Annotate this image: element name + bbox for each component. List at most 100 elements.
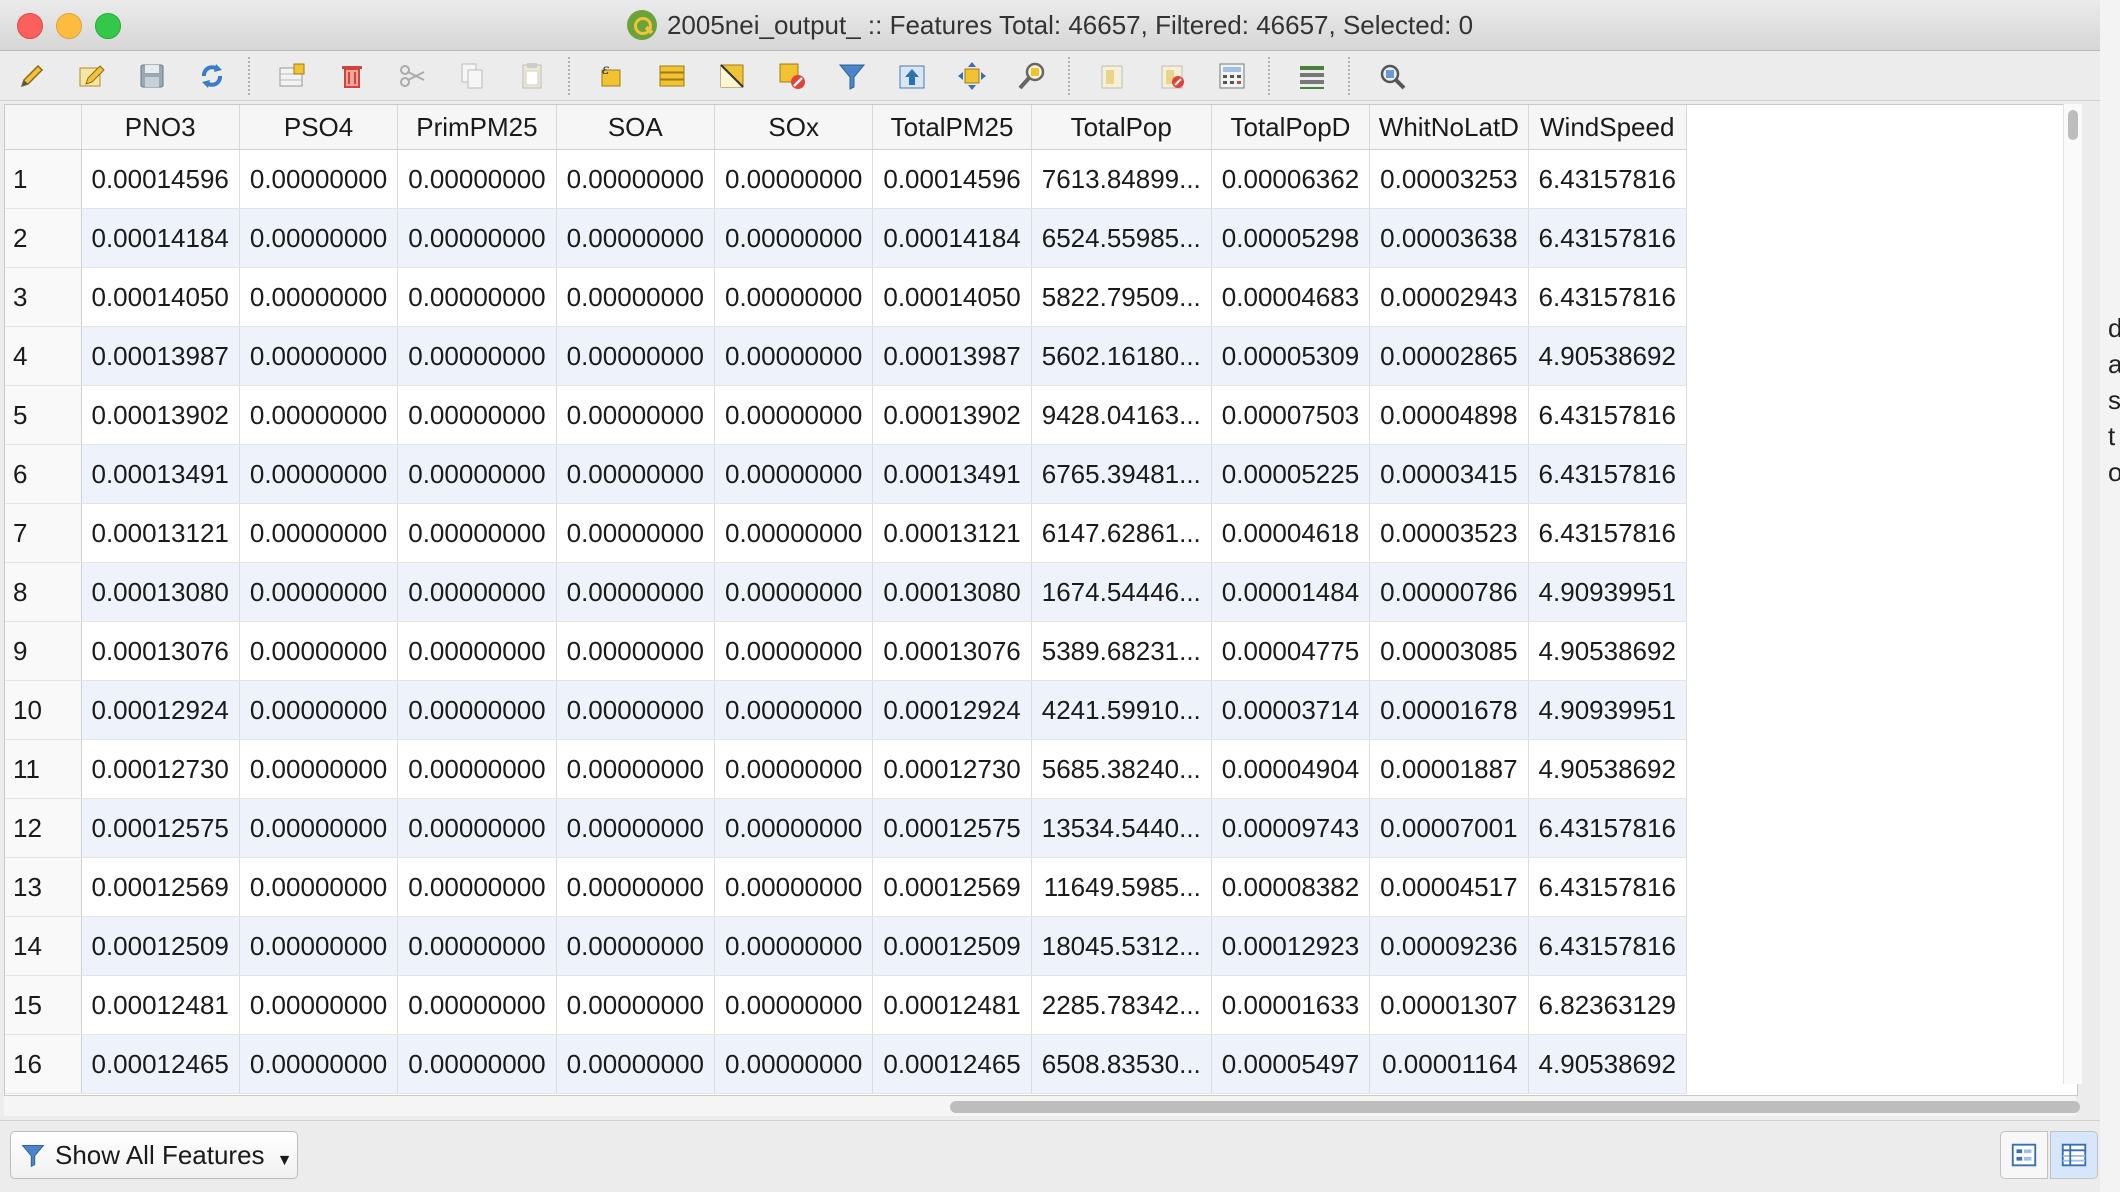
table-cell[interactable]: 0.00012569 bbox=[872, 857, 1032, 917]
table-cell[interactable]: 5822.79509... bbox=[1031, 267, 1212, 327]
table-cell[interactable]: 0.00000000 bbox=[239, 385, 399, 445]
table-cell[interactable]: 0.00000000 bbox=[239, 326, 399, 386]
row-number-cell[interactable]: 6 bbox=[5, 444, 82, 504]
row-number-cell[interactable]: 15 bbox=[5, 975, 82, 1035]
table-cell[interactable]: 0.00000000 bbox=[397, 149, 557, 209]
table-cell[interactable]: 0.00000000 bbox=[556, 326, 716, 386]
table-cell[interactable]: 0.00002943 bbox=[1369, 267, 1529, 327]
table-cell[interactable]: 0.00014596 bbox=[872, 149, 1032, 209]
table-cell[interactable]: 0.00000000 bbox=[714, 562, 874, 622]
table-cell[interactable]: 0.00000000 bbox=[714, 385, 874, 445]
table-cell[interactable]: 0.00000786 bbox=[1369, 562, 1529, 622]
column-header[interactable]: TotalPopD bbox=[1211, 105, 1371, 150]
table-cell[interactable]: 0.00000000 bbox=[239, 562, 399, 622]
table-row[interactable]: 9 0.00013076 0.00000000 0.00000000 0.0000000… bbox=[5, 621, 1687, 681]
table-cell[interactable]: 0.00000000 bbox=[714, 975, 874, 1035]
table-cell[interactable]: 0.00002865 bbox=[1369, 326, 1529, 386]
table-cell[interactable]: 0.00014184 bbox=[872, 208, 1032, 268]
table-cell[interactable]: 0.00000000 bbox=[397, 267, 557, 327]
table-row[interactable]: 1 0.00014596 0.00000000 0.00000000 0.0000000… bbox=[5, 149, 1687, 209]
table-cell[interactable]: 4.90538692 bbox=[1528, 1034, 1687, 1094]
table-cell[interactable]: 0.00003714 bbox=[1211, 680, 1371, 740]
table-cell[interactable]: 0.00009743 bbox=[1211, 798, 1371, 858]
table-row[interactable]: 13 0.00012569 0.00000000 0.00000000 0.000000… bbox=[5, 857, 1687, 917]
table-cell[interactable]: 0.00000000 bbox=[556, 680, 716, 740]
pan-to-selection-icon[interactable] bbox=[954, 58, 990, 94]
table-cell[interactable]: 0.00012730 bbox=[872, 739, 1032, 799]
select-all-icon[interactable] bbox=[654, 58, 690, 94]
table-cell[interactable]: 0.00000000 bbox=[397, 621, 557, 681]
field-calculator-icon[interactable] bbox=[1214, 58, 1250, 94]
table-cell[interactable]: 2285.78342... bbox=[1031, 975, 1212, 1035]
delete-field-icon[interactable] bbox=[1154, 58, 1190, 94]
table-cell[interactable]: 0.00012923 bbox=[1211, 916, 1371, 976]
row-number-cell[interactable]: 7 bbox=[5, 503, 82, 563]
table-cell[interactable]: 4.90538692 bbox=[1528, 621, 1687, 681]
table-cell[interactable]: 0.00012481 bbox=[81, 975, 240, 1035]
table-cell[interactable]: 0.00001307 bbox=[1369, 975, 1529, 1035]
column-header[interactable]: SOx bbox=[714, 105, 874, 150]
table-cell[interactable]: 4.90538692 bbox=[1528, 739, 1687, 799]
table-cell[interactable]: 0.00000000 bbox=[397, 562, 557, 622]
column-header[interactable]: TotalPM25 bbox=[872, 105, 1032, 150]
table-cell[interactable]: 0.00000000 bbox=[239, 149, 399, 209]
table-cell[interactable]: 0.00012730 bbox=[81, 739, 240, 799]
add-feature-icon[interactable] bbox=[274, 58, 310, 94]
table-cell[interactable]: 0.00005497 bbox=[1211, 1034, 1371, 1094]
filter-selection-icon[interactable] bbox=[834, 58, 870, 94]
table-cell[interactable]: 0.00005309 bbox=[1211, 326, 1371, 386]
row-number-cell[interactable]: 9 bbox=[5, 621, 82, 681]
table-cell[interactable]: 0.00000000 bbox=[556, 1034, 716, 1094]
row-number-cell[interactable]: 10 bbox=[5, 680, 82, 740]
table-cell[interactable]: 0.00000000 bbox=[239, 916, 399, 976]
table-cell[interactable]: 0.00007001 bbox=[1369, 798, 1529, 858]
table-cell[interactable]: 5602.16180... bbox=[1031, 326, 1212, 386]
table-cell[interactable]: 0.00000000 bbox=[239, 739, 399, 799]
table-cell[interactable]: 18045.5312... bbox=[1031, 916, 1212, 976]
row-number-cell[interactable]: 14 bbox=[5, 916, 82, 976]
table-row[interactable]: 11 0.00012730 0.00000000 0.00000000 0.000000… bbox=[5, 739, 1687, 799]
table-cell[interactable]: 0.00000000 bbox=[397, 1034, 557, 1094]
table-cell[interactable]: 0.00000000 bbox=[714, 149, 874, 209]
row-number-cell[interactable]: 12 bbox=[5, 798, 82, 858]
table-cell[interactable]: 0.00012465 bbox=[81, 1034, 240, 1094]
column-header[interactable]: WhitNoLatD bbox=[1369, 105, 1529, 150]
table-cell[interactable]: 5389.68231... bbox=[1031, 621, 1212, 681]
table-cell[interactable]: 0.00008382 bbox=[1211, 857, 1371, 917]
column-header[interactable]: TotalPop bbox=[1031, 105, 1212, 150]
title-bar[interactable]: 2005nei_output_ :: Features Total: 46657… bbox=[0, 0, 2100, 51]
table-cell[interactable]: 0.00000000 bbox=[239, 444, 399, 504]
table-cell[interactable]: 0.00000000 bbox=[397, 857, 557, 917]
table-row[interactable]: 7 0.00013121 0.00000000 0.00000000 0.0000000… bbox=[5, 503, 1687, 563]
table-cell[interactable]: 0.00000000 bbox=[397, 503, 557, 563]
column-header[interactable]: PrimPM25 bbox=[397, 105, 557, 150]
table-cell[interactable]: 0.00009236 bbox=[1369, 916, 1529, 976]
table-cell[interactable]: 0.00013491 bbox=[872, 444, 1032, 504]
table-cell[interactable]: 0.00014184 bbox=[81, 208, 240, 268]
table-row[interactable]: 3 0.00014050 0.00000000 0.00000000 0.0000000… bbox=[5, 267, 1687, 327]
horizontal-scroll-thumb[interactable] bbox=[950, 1101, 2080, 1113]
deselect-all-icon[interactable] bbox=[774, 58, 810, 94]
table-cell[interactable]: 6147.62861... bbox=[1031, 503, 1212, 563]
table-cell[interactable]: 0.00000000 bbox=[714, 739, 874, 799]
table-cell[interactable]: 0.00001678 bbox=[1369, 680, 1529, 740]
table-cell[interactable]: 0.00000000 bbox=[714, 503, 874, 563]
table-cell[interactable]: 0.00000000 bbox=[556, 208, 716, 268]
row-number-cell[interactable]: 4 bbox=[5, 326, 82, 386]
table-cell[interactable]: 0.00012924 bbox=[81, 680, 240, 740]
table-cell[interactable]: 0.00013121 bbox=[81, 503, 240, 563]
table-cell[interactable]: 0.00000000 bbox=[556, 975, 716, 1035]
row-number-cell[interactable]: 3 bbox=[5, 267, 82, 327]
select-by-expression-icon[interactable]: ε bbox=[594, 58, 630, 94]
table-cell[interactable]: 0.00013121 bbox=[872, 503, 1032, 563]
save-edits-icon[interactable] bbox=[134, 58, 170, 94]
table-cell[interactable]: 0.00000000 bbox=[556, 385, 716, 445]
corner-cell[interactable] bbox=[5, 105, 82, 150]
table-cell[interactable]: 0.00013987 bbox=[872, 326, 1032, 386]
table-row[interactable]: 5 0.00013902 0.00000000 0.00000000 0.0000000… bbox=[5, 385, 1687, 445]
table-cell[interactable]: 4.90939951 bbox=[1528, 562, 1687, 622]
table-cell[interactable]: 0.00005225 bbox=[1211, 444, 1371, 504]
table-cell[interactable]: 0.00012509 bbox=[81, 916, 240, 976]
table-cell[interactable]: 0.00013076 bbox=[81, 621, 240, 681]
table-cell[interactable]: 0.00000000 bbox=[556, 916, 716, 976]
